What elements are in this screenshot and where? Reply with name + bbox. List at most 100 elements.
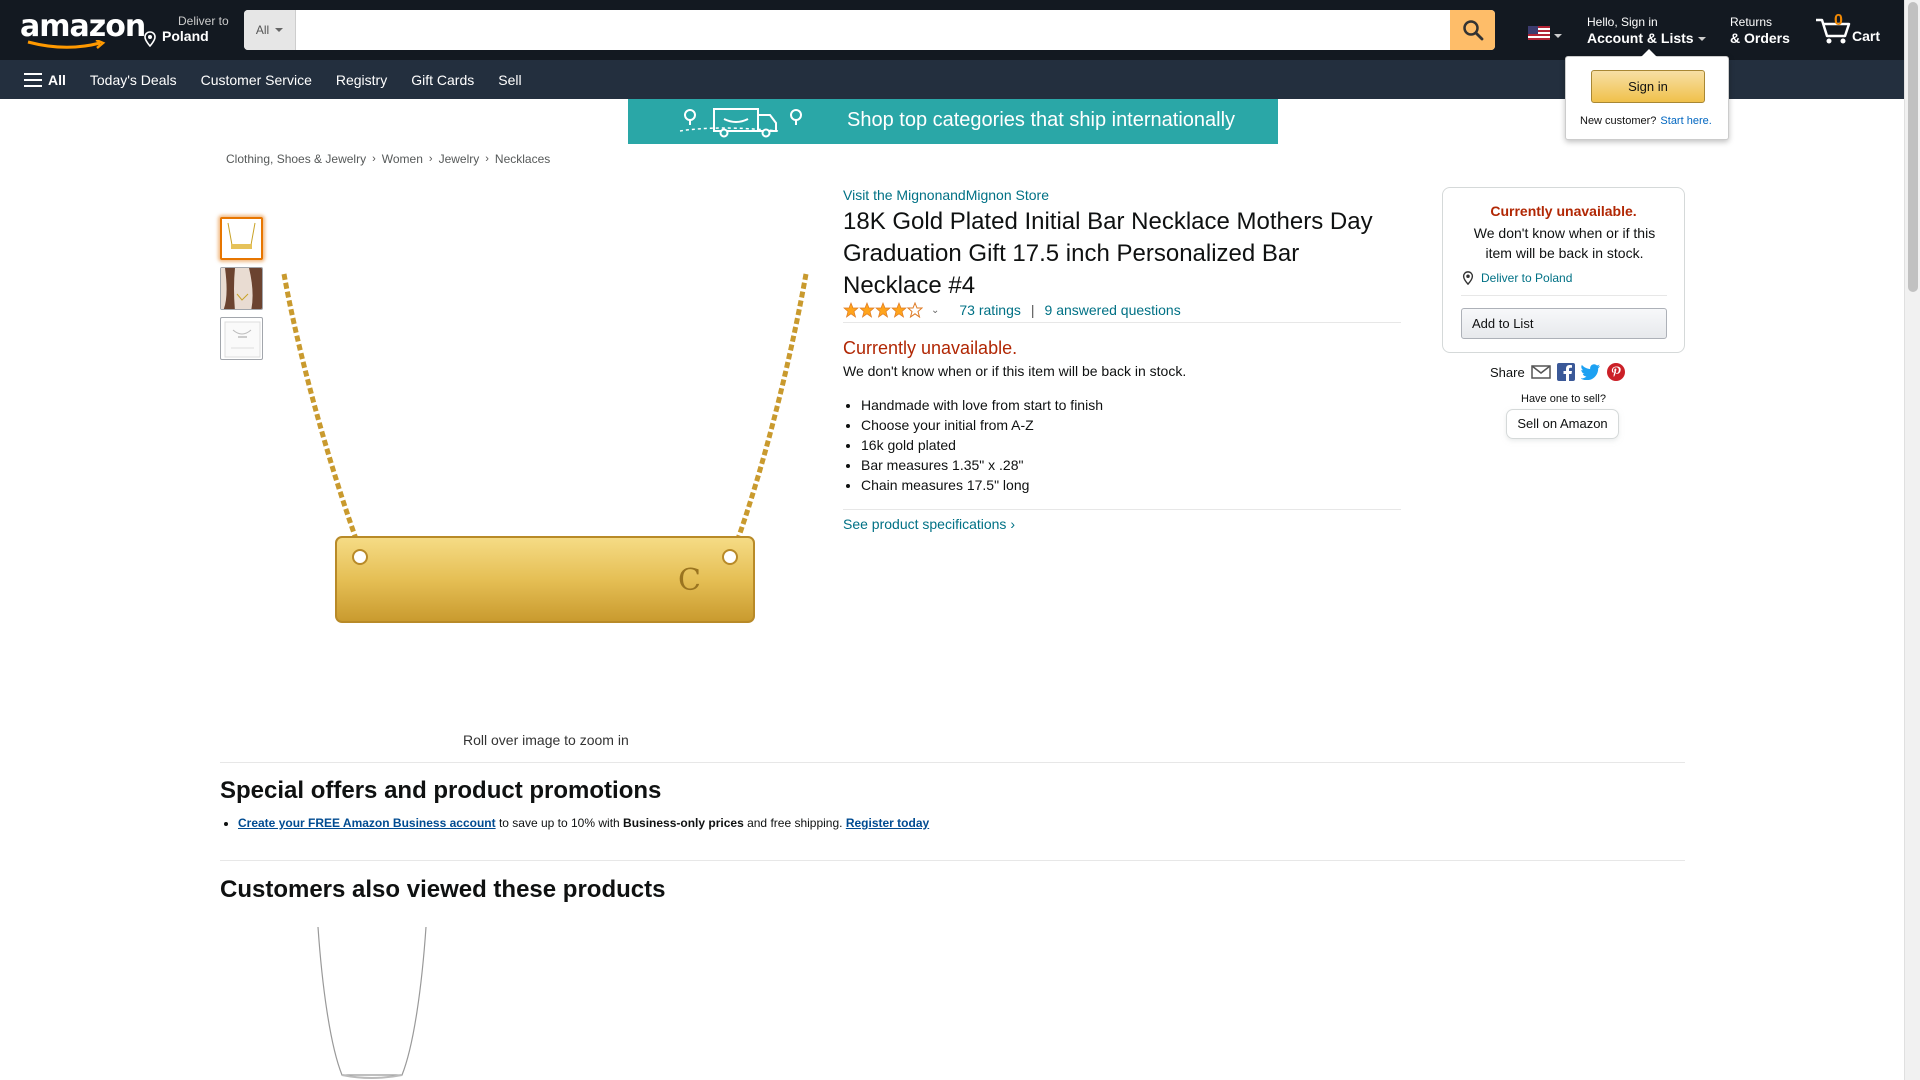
delivery-truck-icon [679, 108, 802, 138]
breadcrumb-item[interactable]: Jewelry [439, 152, 480, 166]
orders-label: & Orders [1730, 30, 1790, 46]
chevron-right-icon: › [485, 153, 489, 165]
caret-down-icon [1697, 37, 1706, 42]
chevron-right-icon: › [1010, 516, 1015, 532]
cart-count: 0 [1834, 12, 1843, 29]
deliver-to[interactable]: Deliver to Poland [142, 14, 229, 47]
twitter-icon[interactable] [1580, 364, 1601, 380]
chevron-down-icon[interactable]: ⌄ [931, 305, 939, 316]
new-customer-text: New customer? Start here. [1580, 115, 1712, 127]
nav-gift-cards[interactable]: Gift Cards [399, 72, 486, 88]
deliver-to-label: Deliver to [178, 14, 229, 28]
page-scrollbar[interactable] [1904, 0, 1920, 1080]
location-pin-icon [144, 31, 156, 47]
caret-down-icon [275, 28, 284, 32]
smile-arrow-icon [27, 40, 106, 49]
nav-customer-service[interactable]: Customer Service [189, 72, 324, 88]
create-business-account-link[interactable]: Create your FREE Amazon Business account [238, 816, 496, 830]
pinterest-icon[interactable] [1606, 363, 1625, 381]
availability-note: We don't know when or if this item will … [843, 363, 1187, 379]
signin-button[interactable]: Sign in [1591, 70, 1705, 103]
search-icon [1462, 20, 1483, 41]
also-viewed-heading: Customers also viewed these products [220, 876, 666, 903]
divider [843, 509, 1401, 510]
breadcrumb-item[interactable]: Necklaces [495, 152, 550, 166]
thumbnail-1[interactable] [220, 217, 263, 260]
breadcrumb-item[interactable]: Clothing, Shoes & Jewelry [226, 152, 366, 166]
us-flag-icon[interactable] [1528, 26, 1550, 40]
buybox-deliver-label: Deliver to Poland [1481, 271, 1573, 285]
feature-bullet: Choose your initial from A-Z [861, 415, 1103, 435]
buybox-status: Currently unavailable. [1490, 203, 1637, 219]
search-category-label: All [255, 23, 270, 37]
separator: | [1030, 302, 1035, 318]
divider [1461, 295, 1667, 296]
thumbnail-2[interactable] [220, 267, 263, 310]
buybox-deliver-link[interactable]: Deliver to Poland [1461, 271, 1572, 285]
also-viewed-product-image[interactable] [310, 925, 440, 1080]
store-link[interactable]: Visit the MignonandMignon Store [843, 187, 1049, 203]
sell-on-amazon-button[interactable]: Sell on Amazon [1506, 409, 1619, 439]
divider [843, 322, 1401, 323]
new-customer-label: New customer? [1580, 115, 1657, 127]
account-greeting: Hello, Sign in [1587, 15, 1658, 29]
register-today-link[interactable]: Register today [846, 816, 929, 830]
answered-questions-link[interactable]: 9 answered questions [1045, 302, 1181, 318]
cart-icon [1816, 18, 1851, 44]
product-card-icon [224, 321, 261, 358]
scrollbar-thumb[interactable] [1908, 2, 1918, 292]
thumbnail-3[interactable] [220, 317, 263, 360]
product-title: 18K Gold Plated Initial Bar Necklace Mot… [843, 208, 1373, 299]
amazon-logo[interactable]: amazon [20, 9, 146, 49]
all-menu-label: All [48, 71, 66, 88]
buy-box: Currently unavailable. We don't know whe… [1442, 187, 1685, 353]
availability-status: Currently unavailable. [843, 338, 1018, 358]
ratings-count-link[interactable]: 73 ratings [959, 302, 1020, 318]
cart-button[interactable]: 0 Cart [1814, 12, 1884, 48]
nav-todays-deals[interactable]: Today's Deals [78, 72, 189, 88]
search-input[interactable] [296, 10, 1450, 50]
offer-text: to save up to 10% with [495, 816, 624, 830]
chevron-right-icon: › [372, 153, 376, 165]
add-to-list-button[interactable]: Add to List [1461, 308, 1667, 339]
search-category-select[interactable]: All [244, 10, 296, 50]
chevron-right-icon: › [428, 153, 433, 165]
all-menu-button[interactable]: All [0, 72, 78, 88]
facebook-icon[interactable] [1556, 363, 1575, 381]
returns-label: Returns [1730, 15, 1773, 29]
image-thumbnails [220, 217, 263, 367]
offer-bold-text: Business-only prices [623, 816, 744, 830]
offer-text: and free shipping. [743, 816, 846, 830]
account-label: Account & Lists [1587, 30, 1694, 46]
feature-bullet: Bar measures 1.35" x .28" [861, 455, 1103, 475]
offers-heading: Special offers and product promotions [220, 777, 662, 804]
search-button[interactable] [1450, 10, 1495, 50]
model-photo-icon [221, 268, 262, 309]
email-icon[interactable] [1530, 364, 1551, 380]
account-lists[interactable]: Hello, Sign in Account & Lists [1587, 14, 1706, 46]
shipping-banner[interactable]: Shop top categories that ship internatio… [628, 99, 1278, 144]
buybox-note: We don't know when or if this item will … [1473, 225, 1656, 261]
share-label: Share [1490, 364, 1525, 380]
necklace-thumbnail-icon [227, 222, 256, 249]
star-rating-icon [843, 302, 923, 318]
breadcrumb-item[interactable]: Women [382, 152, 423, 166]
start-here-link[interactable]: Start here. [1660, 115, 1711, 127]
returns-orders[interactable]: Returns & Orders [1730, 14, 1790, 46]
main-product-image[interactable]: C [278, 272, 813, 632]
ratings-row: ⌄ 73 ratings | 9 answered questions [843, 302, 1181, 318]
star-rating[interactable] [843, 302, 923, 318]
language-caret-icon[interactable] [1554, 34, 1562, 38]
cart-label: Cart [1852, 28, 1881, 44]
signin-flyout: Sign in New customer? Start here. [1565, 49, 1729, 140]
zoom-hint: Roll over image to zoom in [463, 732, 629, 748]
specs-link[interactable]: See product specifications › [843, 516, 1015, 532]
feature-bullet: 16k gold plated [861, 435, 1103, 455]
search-bar: All [244, 10, 1495, 50]
nav-sell[interactable]: Sell [486, 72, 533, 88]
offers-list: Create your FREE Amazon Business account… [238, 816, 929, 830]
logo-text: amazon [20, 9, 146, 44]
top-nav: amazon Deliver to Poland All Hello, Sign… [0, 0, 1904, 60]
nav-registry[interactable]: Registry [324, 72, 399, 88]
offer-item: Create your FREE Amazon Business account… [238, 816, 929, 830]
